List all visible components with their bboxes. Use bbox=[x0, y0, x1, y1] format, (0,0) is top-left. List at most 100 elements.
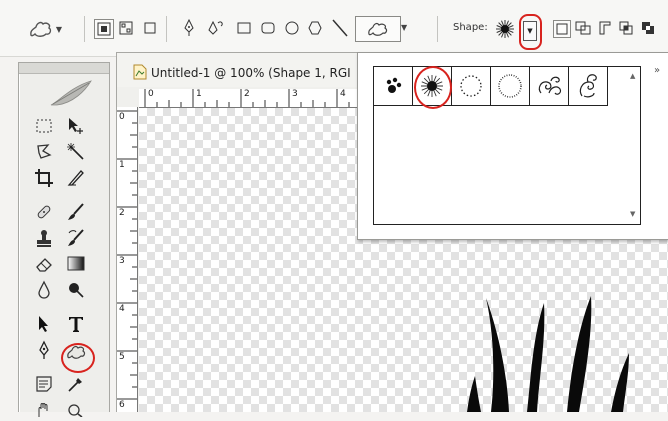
bandage-icon bbox=[37, 205, 51, 219]
add-icon bbox=[575, 21, 591, 35]
shape-option-dotted-circle-2[interactable] bbox=[491, 67, 530, 106]
blur-tool[interactable] bbox=[31, 279, 57, 301]
starburst-icon bbox=[496, 20, 514, 38]
ruler-label: 6 bbox=[119, 400, 125, 410]
marquee-tool[interactable] bbox=[31, 115, 57, 137]
ruler-label: 0 bbox=[148, 89, 154, 99]
line-tool-button[interactable] bbox=[330, 17, 350, 39]
rounded-rectangle-icon bbox=[261, 22, 275, 34]
subtract-icon bbox=[599, 21, 611, 35]
custom-shape-tool-button[interactable] bbox=[355, 16, 401, 42]
scroll-down-arrow[interactable]: ▼ bbox=[630, 210, 635, 218]
rounded-rectangle-tool-button[interactable] bbox=[259, 19, 277, 37]
stamp-icon bbox=[37, 230, 51, 247]
pen-tool[interactable] bbox=[31, 339, 57, 361]
healing-brush-tool[interactable] bbox=[31, 201, 57, 223]
slice-icon bbox=[67, 170, 84, 186]
water-drop-icon bbox=[38, 280, 50, 299]
rectangle-tool-button[interactable] bbox=[235, 19, 253, 37]
options-bar: ▼ ▼ Shape: ▼ bbox=[0, 0, 668, 57]
type-tool[interactable] bbox=[63, 313, 89, 335]
panel-menu-button[interactable]: » bbox=[654, 65, 660, 76]
vertical-ruler[interactable]: 0 1 2 3 4 5 6 bbox=[117, 107, 138, 412]
dodge-tool[interactable] bbox=[63, 279, 89, 301]
marquee-icon bbox=[36, 119, 52, 133]
shape-layers-button[interactable] bbox=[94, 19, 114, 39]
ruler-label: 3 bbox=[119, 256, 125, 266]
ruler-label: 4 bbox=[340, 89, 346, 99]
dotted-circle-icon bbox=[498, 74, 522, 98]
ruler-label: 0 bbox=[119, 112, 125, 122]
magic-wand-tool[interactable] bbox=[63, 141, 89, 163]
eraser-icon bbox=[36, 258, 52, 272]
shape-label: Shape: bbox=[453, 22, 488, 33]
zoom-icon bbox=[68, 404, 83, 417]
move-icon bbox=[69, 118, 83, 134]
new-shape-button[interactable] bbox=[553, 20, 571, 38]
exclude-shape-button[interactable] bbox=[640, 20, 656, 36]
notes-tool[interactable] bbox=[31, 373, 57, 395]
gradient-icon bbox=[67, 256, 85, 271]
fill-pixels-button[interactable] bbox=[141, 19, 159, 37]
dodge-icon bbox=[69, 283, 84, 298]
freeform-pen-tool-button[interactable] bbox=[205, 18, 227, 38]
custom-shape-preset-icon bbox=[30, 21, 52, 37]
arrow-icon bbox=[39, 316, 48, 332]
lasso-tool[interactable] bbox=[31, 141, 57, 163]
gradient-tool[interactable] bbox=[63, 253, 89, 275]
freeform-pen-icon bbox=[208, 20, 223, 35]
paths-icon bbox=[119, 21, 133, 35]
brush-tool[interactable] bbox=[63, 201, 89, 223]
eraser-tool[interactable] bbox=[31, 253, 57, 275]
ellipse-tool-button[interactable] bbox=[283, 19, 301, 37]
clone-stamp-tool[interactable] bbox=[31, 227, 57, 249]
eyedropper-icon bbox=[68, 378, 82, 392]
new-shape-icon bbox=[556, 23, 568, 35]
history-brush-tool[interactable] bbox=[63, 227, 89, 249]
custom-shape-icon bbox=[368, 22, 388, 36]
add-shape-button[interactable] bbox=[574, 20, 592, 36]
ruler-label: 2 bbox=[119, 208, 125, 218]
ruler-label: 2 bbox=[244, 89, 250, 99]
shape-preview[interactable] bbox=[494, 18, 516, 40]
chevron-down-icon: ▼ bbox=[55, 24, 63, 34]
shape-option-double-swirl[interactable] bbox=[569, 67, 608, 106]
toolbox-grip[interactable] bbox=[19, 63, 109, 74]
pen-icon bbox=[184, 19, 194, 36]
polygon-tool-button[interactable] bbox=[306, 19, 324, 37]
ellipse-icon bbox=[285, 21, 299, 35]
dotted-circle-icon bbox=[460, 75, 482, 97]
document-title: Untitled-1 @ 100% (Shape 1, RGI bbox=[151, 66, 351, 80]
highlight-ring bbox=[519, 14, 542, 50]
paths-button[interactable] bbox=[117, 19, 135, 37]
shape-option-dotted-circle[interactable] bbox=[452, 67, 491, 106]
shape-picker-panel: ▲ ▼ bbox=[373, 66, 641, 225]
rectangle-icon bbox=[237, 22, 251, 34]
path-selection-tool[interactable] bbox=[31, 313, 57, 335]
eyedropper-tool[interactable] bbox=[63, 373, 89, 395]
magic-wand-icon bbox=[67, 143, 84, 160]
toolbox bbox=[18, 62, 110, 417]
zoom-tool[interactable] bbox=[63, 399, 89, 421]
move-tool[interactable] bbox=[63, 115, 89, 137]
chevron-down-icon[interactable]: ▼ bbox=[401, 23, 407, 32]
double-swirl-icon bbox=[579, 74, 597, 98]
subtract-shape-button[interactable] bbox=[598, 20, 612, 36]
crop-tool[interactable] bbox=[31, 167, 57, 189]
exclude-icon bbox=[642, 22, 654, 34]
tool-preset-picker[interactable]: ▼ bbox=[24, 17, 66, 41]
shape-option-swirl[interactable] bbox=[530, 67, 569, 106]
ruler-label: 1 bbox=[196, 89, 202, 99]
slice-tool[interactable] bbox=[63, 167, 89, 189]
paw-print-icon bbox=[386, 77, 402, 93]
line-icon bbox=[332, 19, 348, 37]
scroll-up-arrow[interactable]: ▲ bbox=[630, 72, 635, 80]
ruler-label: 5 bbox=[119, 352, 125, 362]
shape-picker-popup: ▲ ▼ » bbox=[357, 52, 668, 240]
pen-tool-button[interactable] bbox=[180, 18, 198, 38]
hand-tool[interactable] bbox=[31, 399, 57, 421]
pen-icon bbox=[39, 340, 49, 359]
fill-pixels-icon bbox=[144, 22, 156, 34]
intersect-shape-button[interactable] bbox=[618, 20, 634, 36]
shape-option-paw[interactable] bbox=[374, 67, 413, 106]
